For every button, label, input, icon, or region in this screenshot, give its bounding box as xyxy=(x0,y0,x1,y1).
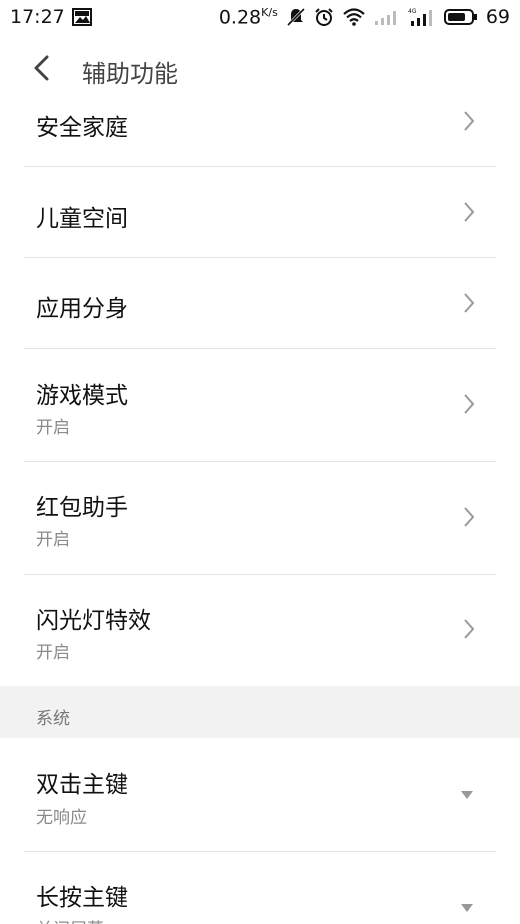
item-title: 应用分身 xyxy=(36,296,128,322)
list-item-double-tap-home[interactable]: 双击主键 无响应 xyxy=(0,738,520,851)
network-speed: 0.28K/s xyxy=(219,6,278,28)
item-title: 儿童空间 xyxy=(36,206,128,232)
signal-4g-icon: 4G xyxy=(408,8,432,26)
page-title: 辅助功能 xyxy=(82,60,178,88)
speed-unit: K/s xyxy=(261,5,278,19)
chevron-right-icon xyxy=(464,111,475,131)
item-title: 游戏模式 xyxy=(36,383,128,409)
chevron-right-icon xyxy=(464,394,475,414)
list-item-app-clone[interactable]: 应用分身 xyxy=(0,258,520,348)
item-subtitle: 开启 xyxy=(36,530,70,550)
item-title: 闪光灯特效 xyxy=(36,608,151,634)
section-header-system: 系统 xyxy=(0,686,520,738)
list-item-red-packet[interactable]: 红包助手 开启 xyxy=(0,462,520,574)
mute-icon xyxy=(286,7,305,27)
wifi-icon xyxy=(343,8,365,26)
section-label: 系统 xyxy=(36,709,70,729)
list-item-game-mode[interactable]: 游戏模式 开启 xyxy=(0,349,520,461)
item-subtitle: 开启 xyxy=(36,643,70,663)
app-header: 辅助功能 xyxy=(0,34,520,101)
chevron-right-icon xyxy=(464,619,475,639)
chevron-right-icon xyxy=(464,507,475,527)
list-item-flash-effect[interactable]: 闪光灯特效 开启 xyxy=(0,575,520,686)
item-title: 红包助手 xyxy=(36,495,128,521)
dropdown-triangle-icon xyxy=(461,904,473,912)
item-subtitle: 关闭屏幕 xyxy=(36,915,104,924)
signal-empty-icon xyxy=(374,11,396,25)
status-time: 17:27 xyxy=(10,6,65,28)
chevron-right-icon xyxy=(464,202,475,222)
image-notification-icon xyxy=(72,8,92,26)
battery-icon xyxy=(443,9,477,25)
item-subtitle: 无响应 xyxy=(36,808,87,828)
status-indicators: 0.28K/s 4G 69 xyxy=(219,4,510,30)
list-item-kids-space[interactable]: 儿童空间 xyxy=(0,167,520,257)
alarm-icon xyxy=(315,8,333,26)
item-title: 安全家庭 xyxy=(36,115,128,141)
item-title: 长按主键 xyxy=(36,885,128,911)
item-title: 双击主键 xyxy=(36,772,128,798)
back-arrow-icon[interactable] xyxy=(30,54,54,82)
list-item-long-press-home[interactable]: 长按主键 关闭屏幕 xyxy=(0,852,520,924)
speed-value: 0.28 xyxy=(218,6,262,29)
status-bar: 17:27 0.28K/s 4G 69 xyxy=(0,0,520,34)
item-subtitle: 开启 xyxy=(36,418,70,438)
list-item-safe-family[interactable]: 安全家庭 xyxy=(0,100,520,167)
dropdown-triangle-icon xyxy=(461,791,473,799)
svg-text:4G: 4G xyxy=(408,8,417,15)
chevron-right-icon xyxy=(464,293,475,313)
battery-level: 69 xyxy=(485,6,510,28)
